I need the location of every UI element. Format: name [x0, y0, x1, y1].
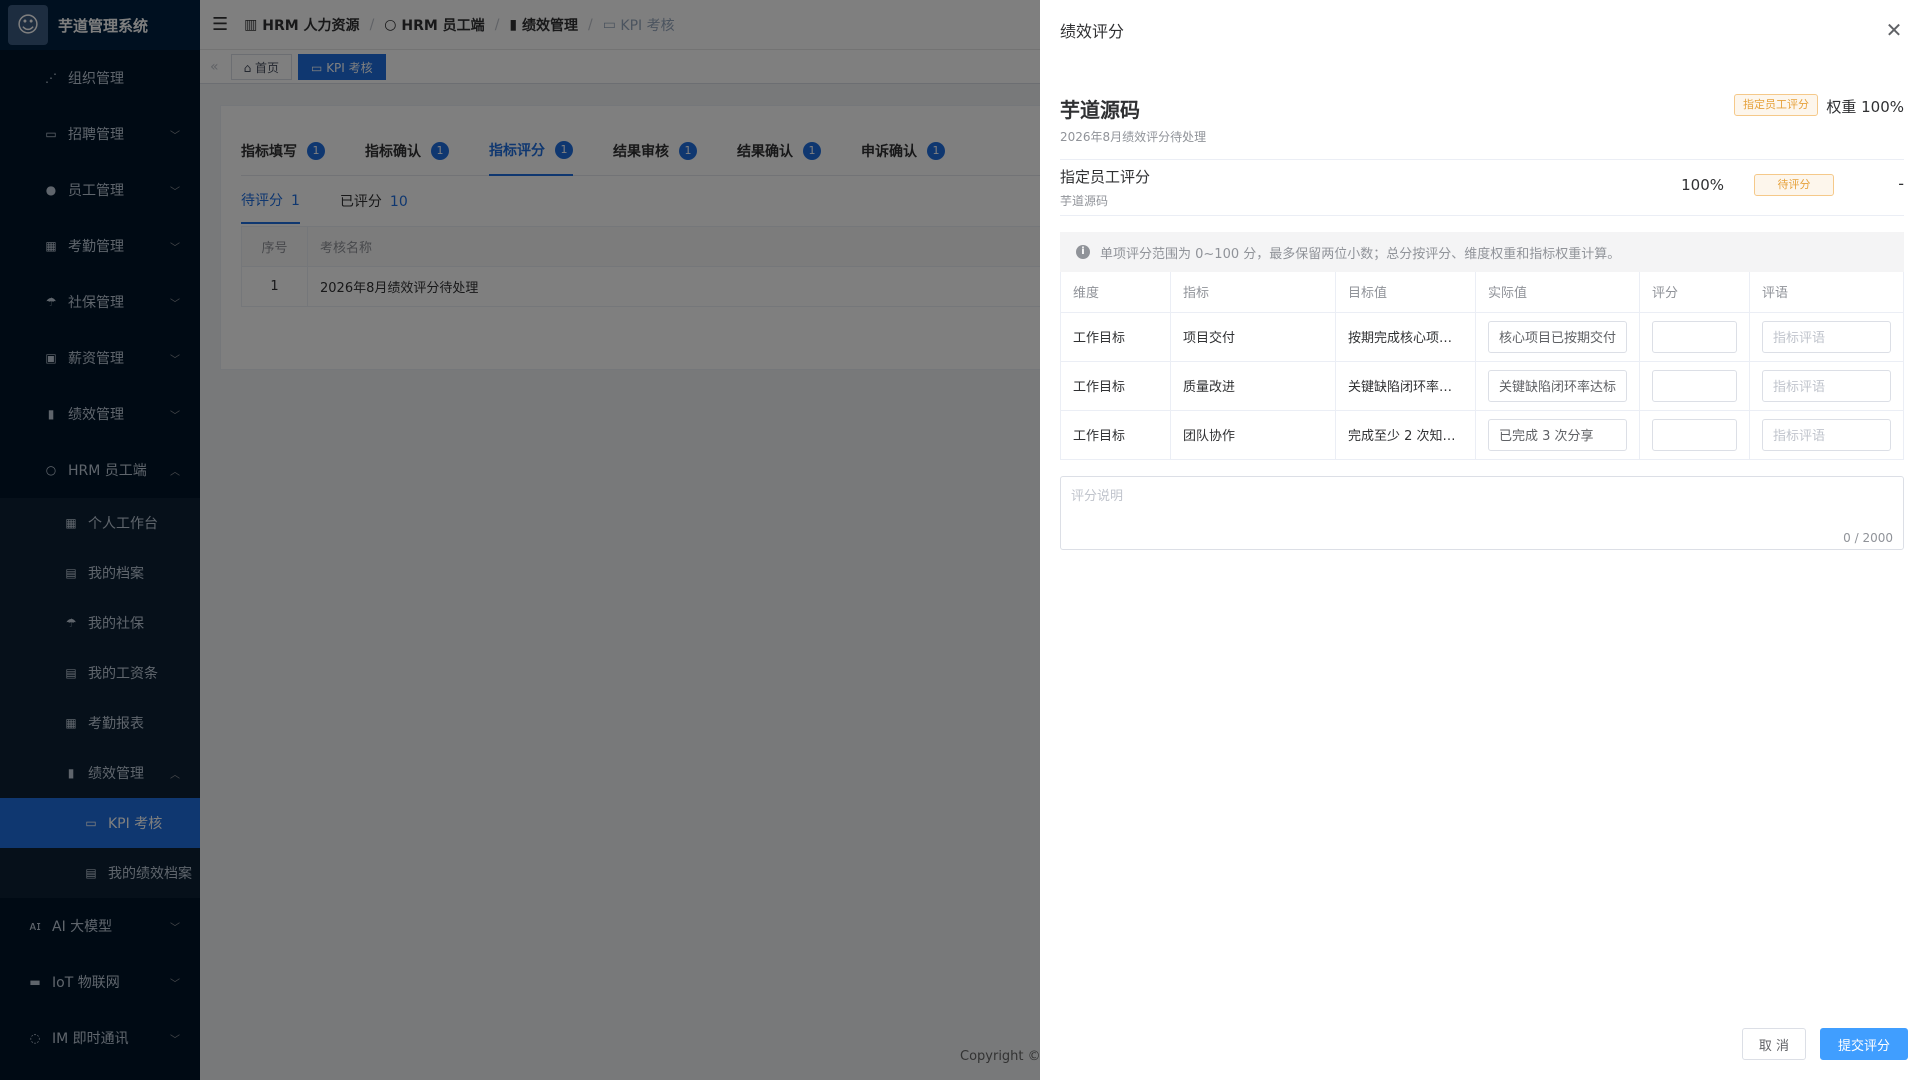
cell-target: 按期完成核心项目交付 [1335, 312, 1476, 362]
table-row: 工作目标 项目交付 按期完成核心项目交付 核心项目已按期交付 指标评语 [1060, 312, 1904, 362]
cell-actual: 已完成 3 次分享 [1475, 410, 1641, 460]
cell-comment: 指标评语 [1749, 410, 1904, 460]
cell-dimension: 工作目标 [1060, 361, 1171, 411]
cell-indicator: 质量改进 [1170, 361, 1336, 411]
status-badge: 待评分 [1754, 174, 1834, 196]
cell-score [1639, 410, 1751, 460]
cell-actual: 关键缺陷闭环率达标 [1475, 361, 1641, 411]
score-type-tag: 指定员工评分 [1734, 94, 1818, 116]
remark-textarea[interactable]: 评分说明 0 / 2000 [1060, 475, 1904, 550]
info-text: 单项评分范围为 0~100 分，最多保留两位小数；总分按评分、维度权重和指标权重… [1100, 246, 1621, 262]
score-input[interactable] [1652, 369, 1738, 402]
table-header: 目标值 [1335, 272, 1476, 313]
assign-percent: 100% [1681, 176, 1724, 194]
comment-input[interactable]: 指标评语 [1762, 369, 1891, 402]
assign-score: - [1898, 174, 1904, 193]
target-text: 关键缺陷闭环率达标 [1348, 380, 1463, 395]
remark-placeholder: 评分说明 [1071, 488, 1124, 504]
info-alert: i 单项评分范围为 0~100 分，最多保留两位小数；总分按评分、维度权重和指标… [1060, 232, 1904, 272]
info-icon: i [1076, 245, 1090, 259]
target-text: 完成至少 2 次知识分享 [1348, 429, 1463, 444]
score-drawer: 绩效评分 ✕ 芋道源码 2026年8月绩效评分待处理 指定员工评分 权重 100… [1040, 0, 1920, 1080]
submit-score-button[interactable]: 提交评分 [1820, 1028, 1908, 1060]
cell-score [1639, 361, 1751, 411]
close-icon[interactable]: ✕ [1882, 18, 1906, 42]
cell-dimension: 工作目标 [1060, 410, 1171, 460]
assign-row: 指定员工评分 芋道源码 100% 待评分 - [1060, 160, 1904, 216]
kpi-score-table: 维度 指标 目标值 实际值 评分 评语 工作目标 项目交付 按期完成核心项目交付… [1060, 272, 1904, 460]
drawer-header: 绩效评分 [1040, 0, 1920, 60]
cancel-button[interactable]: 取 消 [1742, 1028, 1806, 1060]
cell-comment: 指标评语 [1749, 361, 1904, 411]
cell-target: 关键缺陷闭环率达标 [1335, 361, 1476, 411]
employee-header: 芋道源码 2026年8月绩效评分待处理 指定员工评分 权重 100% [1060, 60, 1904, 160]
table-header: 评分 [1639, 272, 1751, 313]
employee-name: 芋道源码 [1060, 98, 1140, 122]
score-input[interactable] [1652, 418, 1738, 451]
drawer-title: 绩效评分 [1060, 22, 1125, 41]
comment-input[interactable]: 指标评语 [1762, 320, 1891, 353]
drawer-body: 芋道源码 2026年8月绩效评分待处理 指定员工评分 权重 100% 指定员工评… [1060, 60, 1904, 550]
cell-score [1639, 312, 1751, 362]
employee-subtitle: 2026年8月绩效评分待处理 [1060, 130, 1207, 144]
target-text: 按期完成核心项目交付 [1348, 331, 1463, 346]
cell-indicator: 项目交付 [1170, 312, 1336, 362]
assign-title: 指定员工评分 [1060, 168, 1151, 186]
actual-input[interactable]: 核心项目已按期交付 [1488, 320, 1628, 353]
table-header: 实际值 [1475, 272, 1641, 313]
actual-input[interactable]: 已完成 3 次分享 [1488, 418, 1628, 451]
remark-char-count: 0 / 2000 [1843, 530, 1893, 545]
weight-text: 权重 100% [1826, 98, 1904, 116]
table-header: 指标 [1170, 272, 1336, 313]
table-row: 工作目标 团队协作 完成至少 2 次知识分享 已完成 3 次分享 指标评语 [1060, 410, 1904, 460]
assign-subtitle: 芋道源码 [1060, 194, 1109, 208]
table-row: 工作目标 质量改进 关键缺陷闭环率达标 关键缺陷闭环率达标 指标评语 [1060, 361, 1904, 411]
cell-target: 完成至少 2 次知识分享 [1335, 410, 1476, 460]
comment-input[interactable]: 指标评语 [1762, 418, 1891, 451]
cell-comment: 指标评语 [1749, 312, 1904, 362]
table-header: 维度 [1060, 272, 1171, 313]
score-input[interactable] [1652, 320, 1738, 353]
drawer-footer: 取 消 提交评分 [1728, 1028, 1908, 1060]
cell-indicator: 团队协作 [1170, 410, 1336, 460]
actual-input[interactable]: 关键缺陷闭环率达标 [1488, 369, 1628, 402]
cell-dimension: 工作目标 [1060, 312, 1171, 362]
table-header: 评语 [1749, 272, 1904, 313]
cell-actual: 核心项目已按期交付 [1475, 312, 1641, 362]
